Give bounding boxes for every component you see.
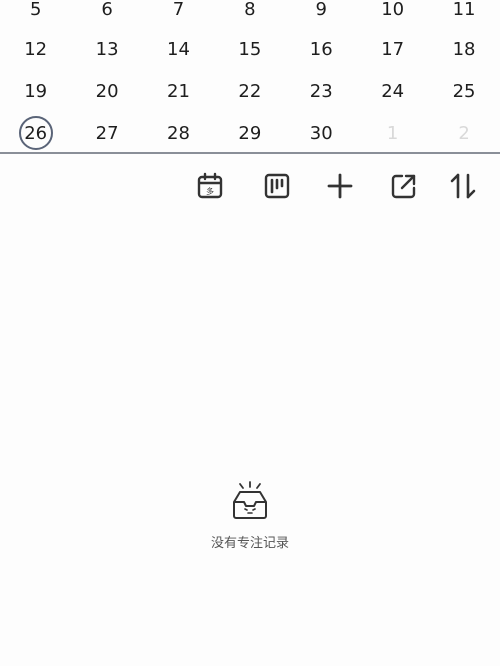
calendar-day-today[interactable]: 26 (0, 112, 71, 154)
calendar-day-number: 2 (458, 122, 470, 144)
calendar-day-number: 20 (95, 80, 119, 102)
calendar-day-number: 25 (452, 80, 476, 102)
empty-state: 没有专注记录 (0, 480, 500, 560)
calendar-day-number: 22 (238, 80, 262, 102)
calendar-day[interactable]: 27 (71, 112, 142, 154)
add-button[interactable] (320, 166, 360, 206)
calendar-day[interactable]: 19 (0, 70, 71, 112)
calendar-day[interactable]: 1 (357, 112, 428, 154)
calendar-day-number: 15 (238, 38, 262, 60)
calendar-grid: 5 6 7 8 9 10 11 12 13 14 15 16 17 18 19 20 21 22 23 24 25 … (0, 0, 500, 154)
calendar-day[interactable]: 5 (0, 0, 71, 30)
calendar-day-number: 14 (167, 38, 190, 60)
calendar-day[interactable]: 2 (428, 112, 499, 154)
calendar-day[interactable]: 10 (357, 0, 428, 30)
calendar-day[interactable]: 13 (71, 28, 142, 70)
calendar-day-number: 29 (238, 122, 262, 144)
calendar-day-number: 7 (172, 0, 185, 20)
calendar-day[interactable]: 18 (428, 28, 499, 70)
calendar-day[interactable]: 21 (143, 70, 214, 112)
plus-icon (327, 173, 353, 199)
calendar-day-number: 21 (167, 80, 190, 102)
calendar-day-number: 16 (309, 38, 333, 60)
calendar-day-number: 27 (95, 122, 119, 144)
calendar-day-number: 18 (452, 38, 476, 60)
empty-inbox-icon (233, 481, 267, 519)
calendar-day-number: 12 (24, 38, 48, 60)
calendar-day-number: 6 (101, 0, 113, 20)
export-button[interactable] (384, 166, 424, 206)
calendar-day-number: 8 (244, 0, 256, 20)
calendar-day-number: 24 (381, 80, 405, 102)
calendar-icon-glyph: 多 (206, 186, 214, 196)
calendar-day[interactable]: 24 (357, 70, 428, 112)
calendar-day[interactable]: 8 (214, 0, 285, 30)
calendar-day-number: 19 (24, 80, 48, 102)
calendar-day-number: 26 (24, 122, 48, 144)
calendar-day[interactable]: 11 (428, 0, 499, 30)
calendar-day-number: 10 (381, 0, 405, 20)
calendar-day[interactable]: 30 (286, 112, 357, 154)
sort-icon (450, 173, 476, 199)
calendar-icon: 多 (197, 172, 223, 199)
calendar-day-number: 28 (167, 122, 190, 144)
calendar-day-number: 1 (386, 122, 399, 144)
calendar-day[interactable]: 28 (143, 112, 214, 154)
calendar-day[interactable]: 29 (214, 112, 285, 154)
calendar-day[interactable]: 12 (0, 28, 71, 70)
empty-state-text: 没有专注记录 (210, 536, 289, 551)
calendar-day-number: 30 (309, 122, 333, 144)
calendar-day-number: 9 (315, 0, 327, 20)
calendar-day[interactable]: 14 (143, 28, 214, 70)
calendar-day[interactable]: 25 (428, 70, 499, 112)
calendar-day[interactable]: 9 (286, 0, 357, 30)
calendar-view-button[interactable]: 多 (190, 166, 230, 206)
calendar-day-number: 23 (309, 80, 333, 102)
toolbar: 多 (0, 166, 500, 206)
kanban-icon (264, 173, 290, 199)
calendar-day[interactable]: 7 (143, 0, 214, 30)
calendar-day-number: 17 (381, 38, 405, 60)
week-row-2: 12 13 14 15 16 17 18 (0, 28, 500, 70)
calendar-day[interactable]: 22 (214, 70, 285, 112)
calendar-day[interactable]: 6 (71, 0, 142, 30)
week-row-3: 19 20 21 22 23 24 25 (0, 70, 500, 112)
calendar-day[interactable]: 15 (214, 28, 285, 70)
kanban-view-button[interactable] (257, 166, 297, 206)
week-row-4: 26 27 28 29 30 1 2 (0, 112, 500, 154)
week-row-1: 5 6 7 8 9 10 11 (0, 0, 500, 30)
sort-button[interactable] (443, 166, 483, 206)
calendar-day-number: 13 (95, 38, 119, 60)
export-icon (391, 174, 416, 199)
calendar-day[interactable]: 16 (286, 28, 357, 70)
calendar-day-number: 5 (29, 0, 42, 20)
calendar-day[interactable]: 20 (71, 70, 142, 112)
calendar-day[interactable]: 17 (357, 28, 428, 70)
calendar-day-number: 11 (452, 0, 476, 20)
calendar-day[interactable]: 23 (286, 70, 357, 112)
